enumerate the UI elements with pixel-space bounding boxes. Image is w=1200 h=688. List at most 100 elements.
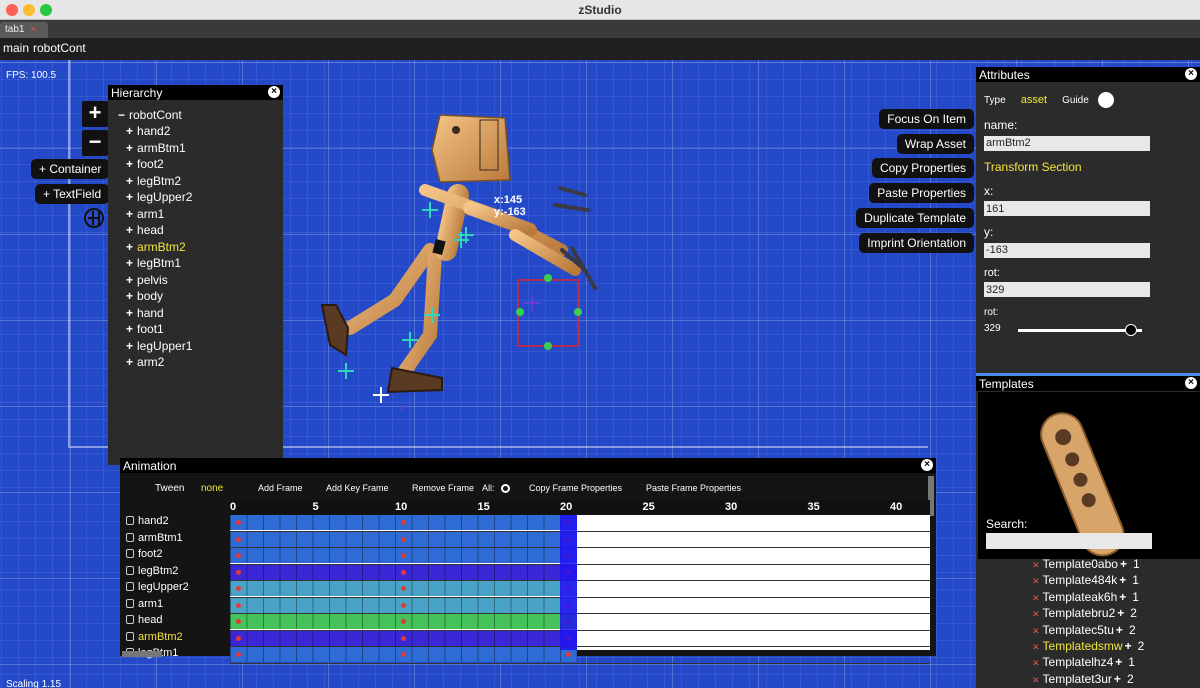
wrap-asset-button[interactable]: Wrap Asset bbox=[896, 134, 974, 154]
keyframe-marker[interactable] bbox=[400, 652, 406, 657]
zoom-in-button[interactable]: + bbox=[82, 101, 108, 127]
hierarchy-item-hand[interactable]: + hand bbox=[118, 306, 283, 323]
delete-template-icon[interactable]: ✕ bbox=[1032, 593, 1040, 603]
lock-icon[interactable] bbox=[126, 565, 134, 575]
timeline-row[interactable] bbox=[230, 581, 930, 598]
hierarchy-item-foot1[interactable]: + foot1 bbox=[118, 322, 283, 339]
timeline-row[interactable] bbox=[230, 515, 930, 532]
delete-template-icon[interactable]: ✕ bbox=[1032, 658, 1040, 668]
add-template-icon[interactable]: + bbox=[1116, 623, 1123, 637]
timeline-row[interactable] bbox=[230, 564, 930, 581]
hierarchy-item-arm2[interactable]: + arm2 bbox=[118, 355, 283, 372]
add-template-icon[interactable]: + bbox=[1117, 606, 1124, 620]
expand-icon[interactable]: + bbox=[126, 141, 133, 155]
remove-frame-button[interactable]: Remove Frame bbox=[412, 483, 474, 493]
track-name-armbtm1[interactable]: armBtm1 bbox=[120, 532, 230, 549]
timeline-row[interactable] bbox=[230, 548, 930, 565]
track-name-foot2[interactable]: foot2 bbox=[120, 548, 230, 565]
track-name-armbtm2[interactable]: armBtm2 bbox=[120, 631, 230, 648]
expand-icon[interactable]: + bbox=[126, 289, 133, 303]
delete-template-icon[interactable]: ✕ bbox=[1032, 626, 1040, 636]
template-item[interactable]: ✕ Template0abo +1 bbox=[1032, 557, 1144, 573]
keyframe-marker[interactable] bbox=[400, 586, 406, 591]
animation-horizontal-scrollbar[interactable] bbox=[122, 651, 162, 657]
attributes-close-icon[interactable]: × bbox=[1185, 68, 1197, 80]
track-name-legupper2[interactable]: legUpper2 bbox=[120, 581, 230, 598]
template-item[interactable]: ✕ Templatelhz4 +1 bbox=[1032, 655, 1144, 671]
keyframe-marker[interactable] bbox=[400, 569, 406, 575]
template-item[interactable]: ✕ Templatec5tu +2 bbox=[1032, 623, 1144, 639]
add-template-icon[interactable]: + bbox=[1114, 672, 1121, 686]
lock-icon[interactable] bbox=[126, 631, 134, 641]
expand-icon[interactable]: + bbox=[126, 157, 133, 171]
zoom-out-button[interactable]: − bbox=[82, 130, 108, 156]
playhead[interactable] bbox=[560, 515, 577, 650]
expand-icon[interactable]: + bbox=[126, 306, 133, 320]
expand-icon[interactable]: + bbox=[126, 174, 133, 188]
tab-tab1[interactable]: tab1 × bbox=[0, 22, 48, 38]
paste-frame-properties-button[interactable]: Paste Frame Properties bbox=[646, 483, 741, 493]
lock-icon[interactable] bbox=[126, 582, 134, 591]
x-field[interactable] bbox=[984, 201, 1150, 216]
template-item[interactable]: ✕ Templatedsmw +2 bbox=[1032, 639, 1144, 655]
rot-field[interactable] bbox=[984, 282, 1150, 297]
expand-icon[interactable]: + bbox=[126, 190, 133, 204]
imprint-orientation-button[interactable]: Imprint Orientation bbox=[859, 233, 974, 253]
track-name-arm1[interactable]: arm1 bbox=[120, 598, 230, 615]
expand-icon[interactable]: + bbox=[126, 339, 133, 353]
frame-ruler[interactable]: 0 5 10 15 20 25 30 35 40 bbox=[230, 500, 930, 515]
hierarchy-item-hand2[interactable]: + hand2 bbox=[118, 124, 283, 141]
lock-icon[interactable] bbox=[126, 532, 134, 542]
keyframe-marker[interactable] bbox=[400, 602, 406, 608]
template-item[interactable]: ✕ Templateak6h +1 bbox=[1032, 590, 1144, 606]
keyframe-marker[interactable] bbox=[235, 586, 241, 591]
hierarchy-item-legbtm1[interactable]: + legBtm1 bbox=[118, 256, 283, 273]
timeline-row[interactable] bbox=[230, 630, 930, 647]
timeline-row[interactable] bbox=[230, 531, 930, 548]
delete-template-icon[interactable]: ✕ bbox=[1032, 642, 1040, 652]
hierarchy-title-bar[interactable]: Hierarchy × bbox=[108, 85, 283, 100]
hierarchy-item-arm1[interactable]: + arm1 bbox=[118, 207, 283, 224]
keyframe-marker[interactable] bbox=[235, 652, 241, 657]
templates-title-bar[interactable]: Templates × bbox=[976, 376, 1200, 391]
timeline-row[interactable] bbox=[230, 614, 930, 631]
lock-icon[interactable] bbox=[126, 615, 134, 624]
timeline-row[interactable] bbox=[230, 647, 930, 664]
keyframe-marker[interactable] bbox=[235, 619, 241, 624]
keyframe-marker[interactable] bbox=[400, 619, 406, 624]
timeline-grid[interactable] bbox=[230, 515, 930, 664]
lock-icon[interactable] bbox=[126, 516, 134, 525]
add-textfield-button[interactable]: + TextField bbox=[35, 184, 110, 204]
expand-icon[interactable]: + bbox=[126, 322, 133, 336]
collapse-icon[interactable]: − bbox=[118, 108, 125, 122]
templates-close-icon[interactable]: × bbox=[1185, 377, 1197, 389]
expand-icon[interactable]: + bbox=[126, 124, 133, 138]
keyframe-marker[interactable] bbox=[400, 520, 406, 525]
paste-properties-button[interactable]: Paste Properties bbox=[869, 183, 974, 203]
lock-icon[interactable] bbox=[126, 598, 134, 608]
hierarchy-close-icon[interactable]: × bbox=[268, 86, 280, 98]
copy-frame-properties-button[interactable]: Copy Frame Properties bbox=[529, 483, 622, 493]
hierarchy-item-body[interactable]: + body bbox=[118, 289, 283, 306]
expand-icon[interactable]: + bbox=[126, 223, 133, 237]
hierarchy-item-legbtm2[interactable]: + legBtm2 bbox=[118, 174, 283, 191]
keyframe-marker[interactable] bbox=[235, 569, 241, 575]
add-container-button[interactable]: + Container bbox=[31, 159, 110, 179]
track-name-legbtm2[interactable]: legBtm2 bbox=[120, 565, 230, 582]
add-template-icon[interactable]: + bbox=[1119, 573, 1126, 587]
delete-template-icon[interactable]: ✕ bbox=[1032, 560, 1040, 570]
hierarchy-item-armbtm1[interactable]: + armBtm1 bbox=[118, 141, 283, 158]
delete-template-icon[interactable]: ✕ bbox=[1032, 675, 1040, 685]
hierarchy-item-legupper1[interactable]: + legUpper1 bbox=[118, 339, 283, 356]
tween-value[interactable]: none bbox=[201, 483, 223, 494]
copy-properties-button[interactable]: Copy Properties bbox=[871, 158, 974, 178]
keyframe-marker[interactable] bbox=[400, 536, 406, 542]
add-template-icon[interactable]: + bbox=[1119, 590, 1126, 604]
hierarchy-item-legupper2[interactable]: + legUpper2 bbox=[118, 190, 283, 207]
globe-icon[interactable] bbox=[84, 208, 104, 228]
template-item[interactable]: ✕ Templatebru2 +2 bbox=[1032, 606, 1144, 622]
tab-close-icon[interactable]: × bbox=[30, 24, 36, 35]
duplicate-template-button[interactable]: Duplicate Template bbox=[856, 208, 974, 228]
template-search-input[interactable] bbox=[986, 533, 1152, 549]
timeline-row[interactable] bbox=[230, 597, 930, 614]
